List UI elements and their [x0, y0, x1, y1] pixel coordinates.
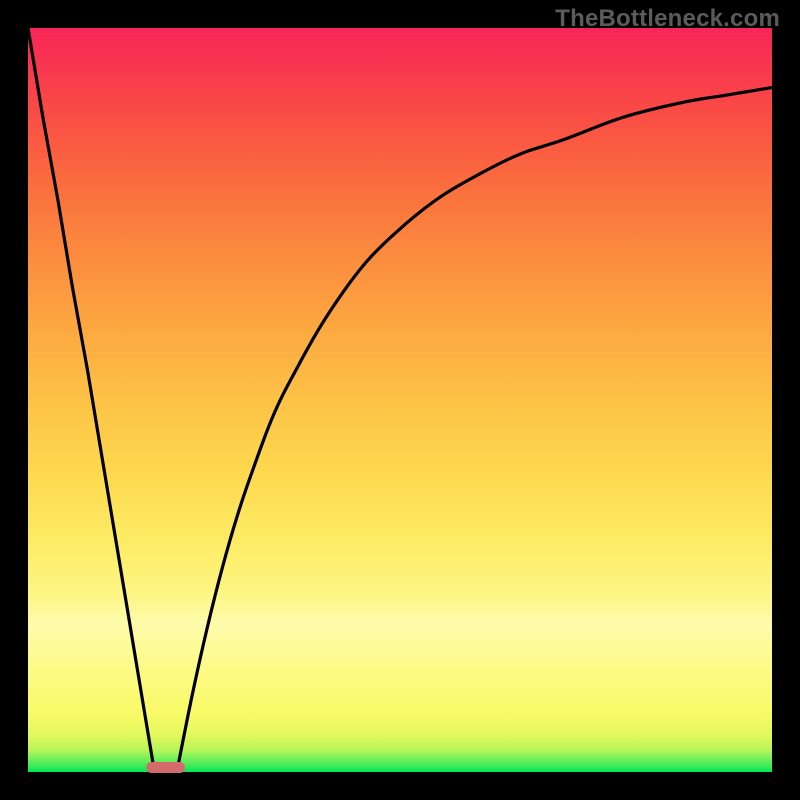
curve-left: [28, 28, 154, 772]
plot-area: [28, 28, 772, 772]
chart-svg: [28, 28, 772, 772]
curve-right: [177, 88, 772, 772]
chart-frame: TheBottleneck.com: [0, 0, 800, 800]
bottleneck-marker: [146, 762, 185, 773]
